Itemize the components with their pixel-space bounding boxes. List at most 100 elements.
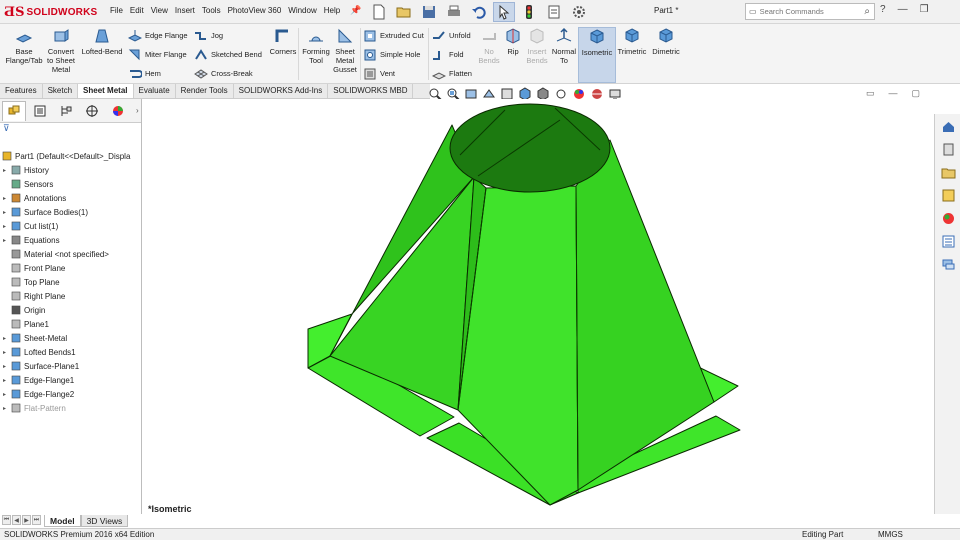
search-dropdown-icon[interactable]: ▭ (749, 7, 757, 16)
tree-item[interactable]: ▸ Lofted Bends1 (3, 345, 76, 359)
forum-icon[interactable] (937, 254, 959, 274)
tree-root-part[interactable]: Part1 (Default<<Default>_Displa (2, 149, 130, 163)
tree-item[interactable]: ▸ Surface Bodies(1) (3, 205, 88, 219)
tree-item[interactable]: Plane1 (3, 317, 49, 331)
miter-flange-button[interactable]: Miter Flange (128, 46, 187, 63)
minimize-icon[interactable]: — (898, 4, 908, 15)
expand-arrow-icon[interactable]: ▸ (3, 195, 11, 202)
last-tab-arrow-icon[interactable]: ⏭ (32, 515, 41, 525)
tab-sketch[interactable]: Sketch (43, 84, 79, 98)
menu-photoview[interactable]: PhotoView 360 (228, 6, 282, 15)
tab-addins[interactable]: SOLIDWORKS Add-Ins (234, 84, 329, 98)
print-icon[interactable] (443, 2, 465, 22)
edge-flange-button[interactable]: Edge Flange (128, 27, 188, 44)
tree-item[interactable]: ▸ Edge-Flange2 (3, 387, 74, 401)
tree-item[interactable]: ▸ Equations (3, 233, 60, 247)
menu-tools[interactable]: Tools (202, 6, 221, 15)
tree-item[interactable]: Top Plane (3, 275, 60, 289)
restore-icon[interactable]: ❐ (920, 4, 929, 15)
viewport-minimize-icon[interactable]: — (889, 88, 898, 99)
appearances-scenes-icon[interactable] (937, 208, 959, 228)
new-document-icon[interactable] (368, 2, 390, 22)
tab-features[interactable]: Features (0, 84, 43, 98)
tree-item[interactable]: Material <not specified> (3, 247, 109, 261)
tree-item[interactable]: ▸ Edge-Flange1 (3, 373, 74, 387)
units-text[interactable]: MMGS (878, 529, 903, 540)
normal-to-button[interactable]: Normal To (550, 27, 578, 65)
cross-break-button[interactable]: Cross-Break (194, 65, 253, 82)
tab-mbd[interactable]: SOLIDWORKS MBD (328, 84, 414, 98)
tab-evaluate[interactable]: Evaluate (134, 84, 176, 98)
isometric-button[interactable]: Isometric (578, 27, 616, 83)
solidworks-resources-home-icon[interactable] (937, 116, 959, 136)
next-tab-arrow-icon[interactable]: ▶ (22, 515, 31, 525)
tab-sheet-metal[interactable]: Sheet Metal (78, 84, 134, 98)
tab-3d-views[interactable]: 3D Views (80, 515, 129, 527)
sheet-metal-transition-model[interactable] (143, 99, 933, 514)
sketched-bend-button[interactable]: Sketched Bend (194, 46, 262, 63)
more-tabs-chevron-icon[interactable]: › (136, 106, 139, 115)
simple-hole-button[interactable]: Simple Hole (363, 46, 420, 63)
expand-arrow-icon[interactable]: ▸ (3, 349, 11, 356)
menu-view[interactable]: View (151, 6, 168, 15)
rebuild-traffic-light-icon[interactable] (518, 2, 540, 22)
expand-arrow-icon[interactable]: ▸ (3, 335, 11, 342)
no-bends-button[interactable]: No Bends (476, 27, 502, 65)
graphics-area[interactable] (143, 99, 933, 514)
viewport-restore-icon[interactable]: ▭ (866, 88, 875, 99)
tab-render-tools[interactable]: Render Tools (176, 84, 234, 98)
open-folder-icon[interactable] (393, 2, 415, 22)
expand-arrow-icon[interactable]: ▸ (3, 405, 11, 412)
design-library-icon[interactable] (937, 139, 959, 159)
insert-bends-button[interactable]: Insert Bends (523, 27, 551, 65)
tree-item[interactable]: ▸ Surface-Plane1 (3, 359, 79, 373)
undo-icon[interactable] (468, 2, 490, 22)
expand-arrow-icon[interactable]: ▸ (3, 167, 11, 174)
select-pointer-icon[interactable] (493, 2, 515, 22)
forming-tool-button[interactable]: Forming Tool (300, 27, 332, 65)
tree-filter-icon[interactable]: ⊽ (0, 123, 141, 136)
menu-file[interactable]: File (110, 6, 123, 15)
expand-arrow-icon[interactable]: ▸ (3, 377, 11, 384)
tree-item[interactable]: ▸ Cut list(1) (3, 219, 58, 233)
tree-item[interactable]: ▸ Flat-Pattern (3, 401, 66, 415)
file-explorer-icon[interactable] (937, 162, 959, 182)
expand-arrow-icon[interactable]: ▸ (3, 363, 11, 370)
tree-item[interactable]: ▸ Annotations (3, 191, 66, 205)
pin-menu-icon[interactable]: 📌 (350, 5, 361, 16)
unfold-button[interactable]: Unfold (432, 27, 471, 44)
file-properties-icon[interactable] (543, 2, 565, 22)
expand-arrow-icon[interactable]: ▸ (3, 209, 11, 216)
menu-edit[interactable]: Edit (130, 6, 144, 15)
menu-insert[interactable]: Insert (175, 6, 195, 15)
expand-arrow-icon[interactable]: ▸ (3, 223, 11, 230)
convert-to-sheet-metal-button[interactable]: Convert to Sheet Metal (44, 27, 78, 74)
menu-window[interactable]: Window (288, 6, 316, 15)
tree-item[interactable]: Right Plane (3, 289, 65, 303)
jog-button[interactable]: Jog (194, 27, 223, 44)
lofted-bend-button[interactable]: Lofted-Bend (80, 27, 124, 56)
featuremanager-tree-tab[interactable] (2, 100, 26, 121)
sheet-metal-gusset-button[interactable]: Sheet Metal Gusset (330, 27, 360, 74)
search-input[interactable] (759, 7, 850, 16)
dimetric-button[interactable]: Dimetric (650, 27, 682, 56)
tree-item[interactable]: ▸ Sheet-Metal (3, 331, 67, 345)
tree-item[interactable]: Front Plane (3, 261, 65, 275)
hem-button[interactable]: Hem (128, 65, 161, 82)
save-icon[interactable] (418, 2, 440, 22)
help-icon[interactable]: ? (880, 4, 886, 15)
viewport-maximize-icon[interactable]: ▢ (912, 88, 921, 99)
configurationmanager-tab[interactable] (54, 101, 78, 121)
tree-item[interactable]: ▸ History (3, 163, 49, 177)
prev-tab-arrow-icon[interactable]: ◀ (12, 515, 21, 525)
base-flange-button[interactable]: Base Flange/Tab (4, 27, 44, 65)
displaymanager-tab[interactable] (106, 101, 130, 121)
flatten-button[interactable]: Flatten (432, 65, 472, 82)
corners-button[interactable]: Corners (268, 27, 298, 56)
tree-item[interactable]: Sensors (3, 177, 53, 191)
options-gear-icon[interactable] (568, 2, 590, 22)
view-palette-icon[interactable] (937, 185, 959, 205)
search-icon[interactable]: ⌕ (864, 6, 870, 17)
extruded-cut-button[interactable]: Extruded Cut (363, 27, 424, 44)
expand-arrow-icon[interactable]: ▸ (3, 391, 11, 398)
